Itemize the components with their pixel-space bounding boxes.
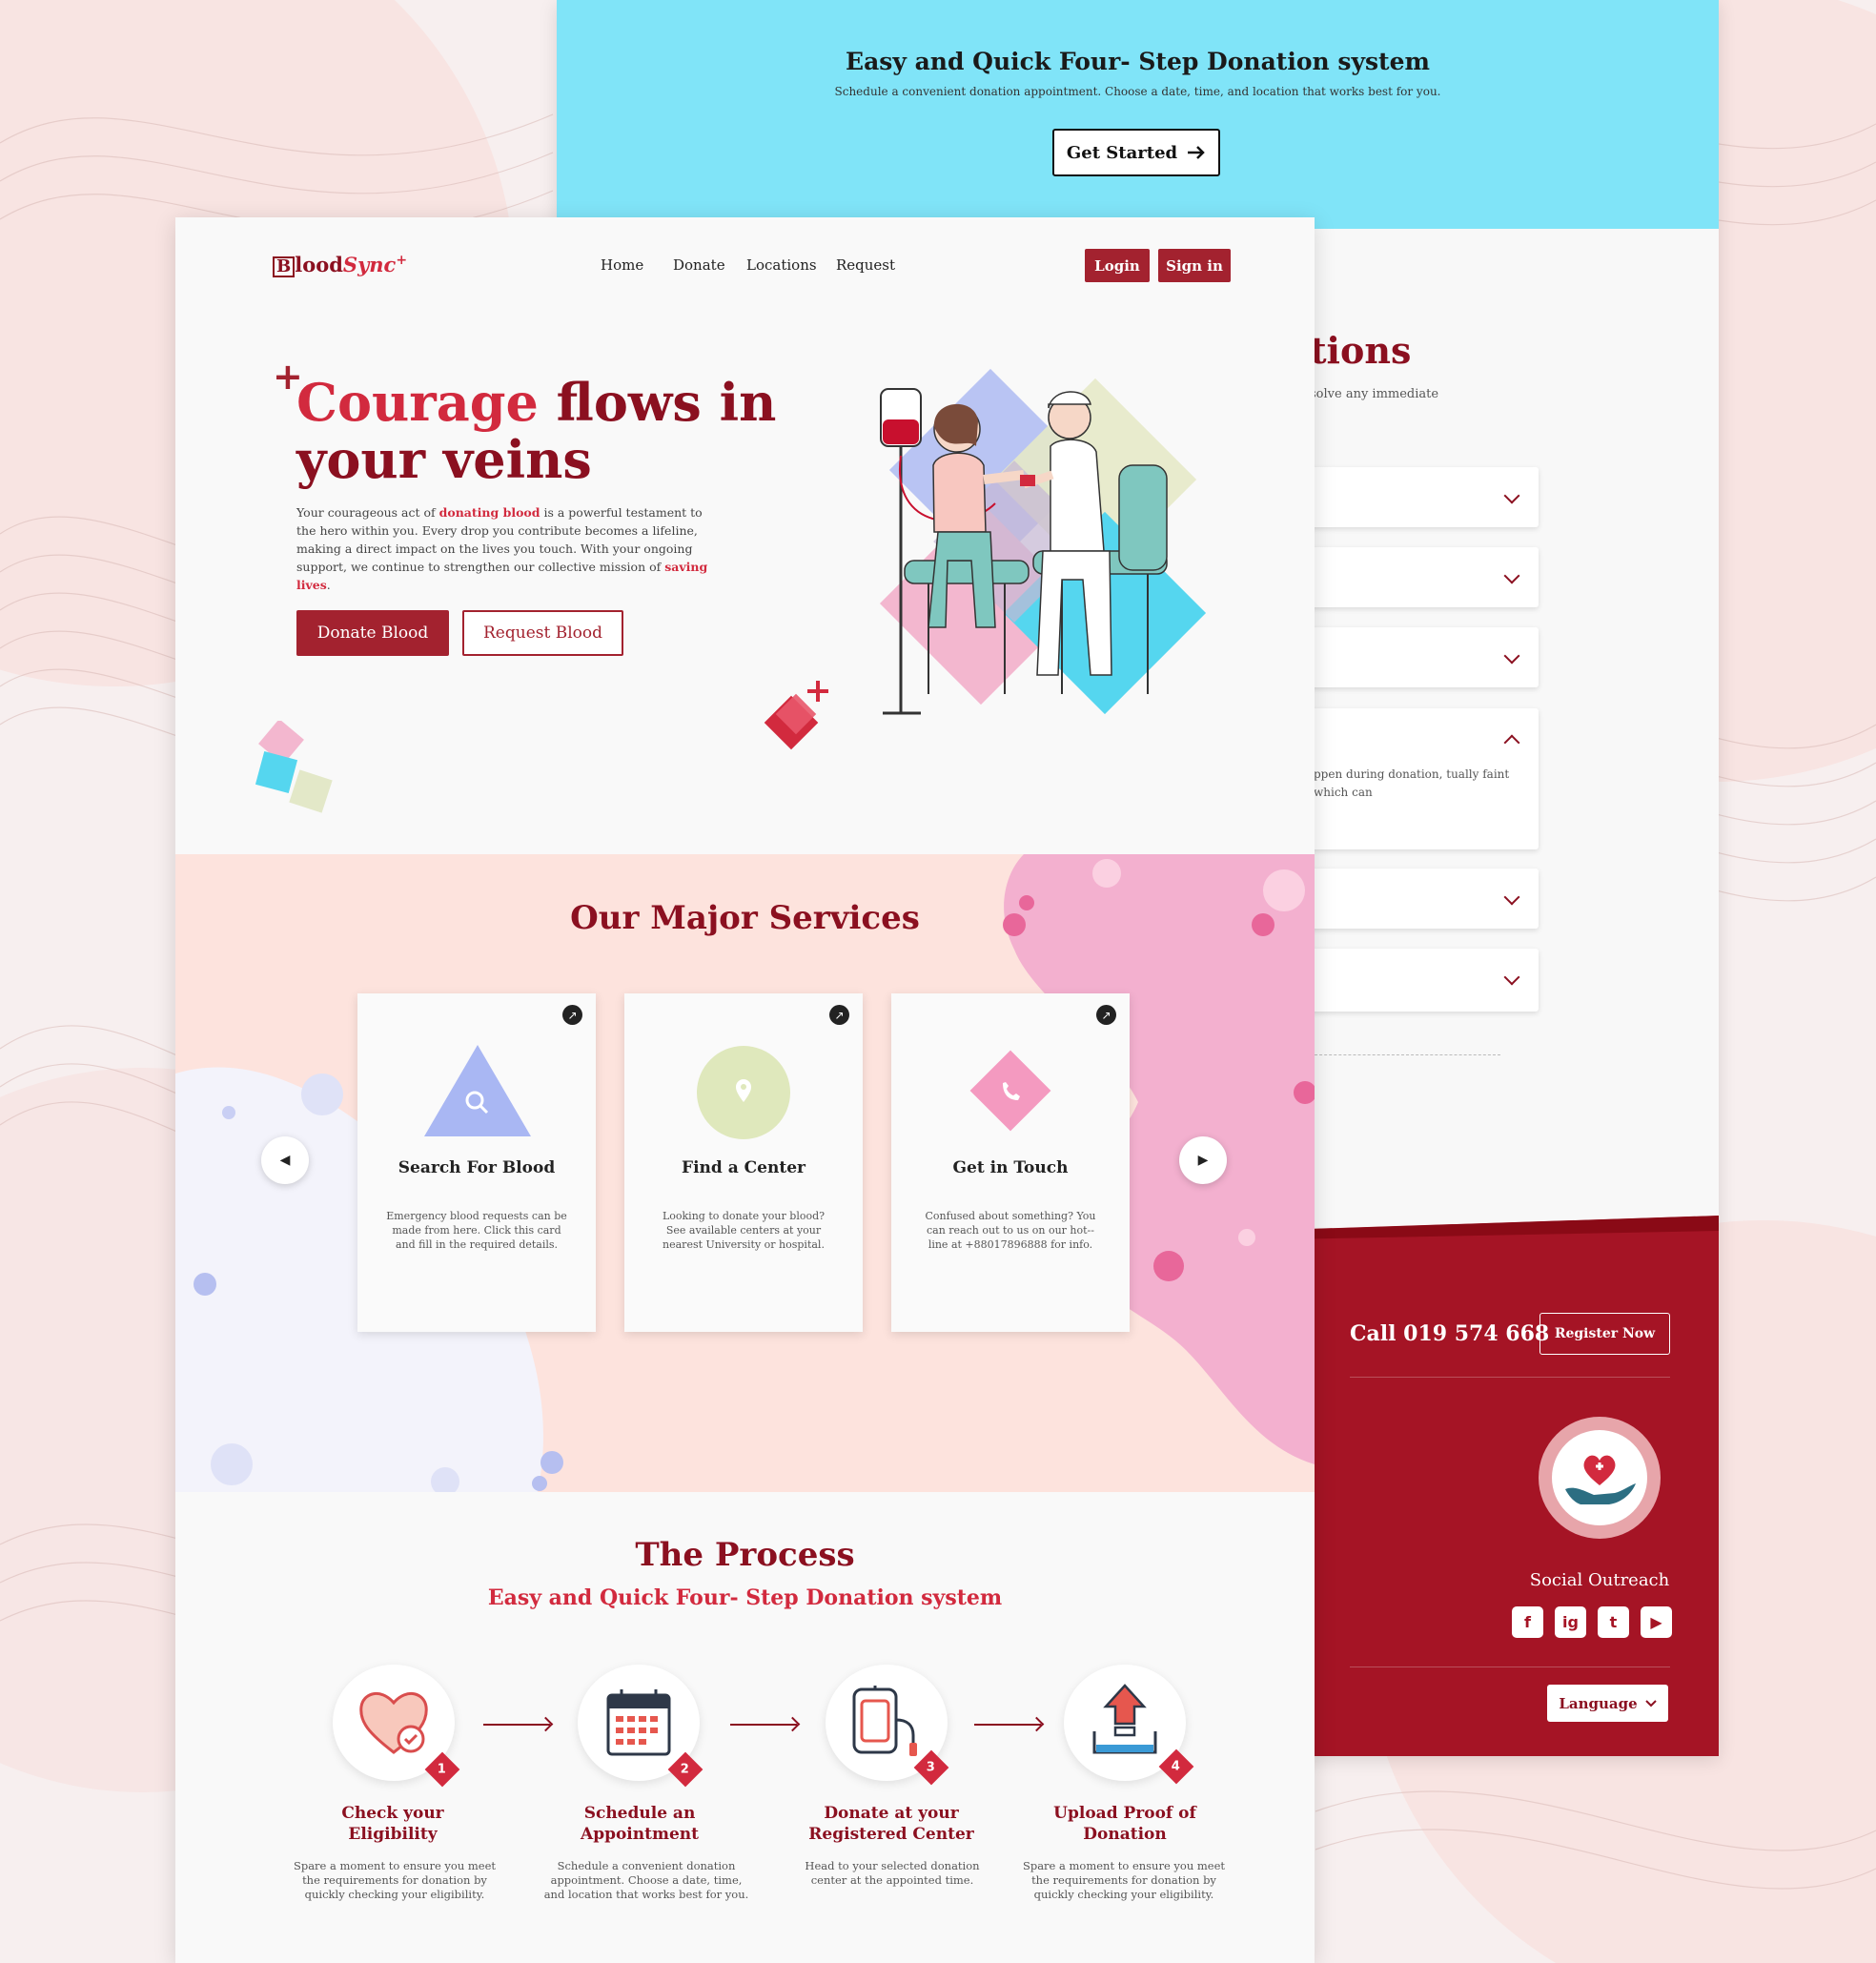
language-dropdown[interactable]: Language [1547,1685,1668,1722]
location-pin-icon [697,1046,790,1139]
heart-check-icon [359,1692,428,1754]
faq-item[interactable] [1300,547,1539,607]
get-started-button[interactable]: Get Started [1052,129,1220,176]
logo-text-accent: Sync [342,253,397,276]
card-title: Get in Touch [952,1158,1069,1177]
donate-blood-button[interactable]: Donate Blood [296,610,449,656]
blood-bag-icon [852,1686,917,1756]
logo-mark: B [273,256,296,277]
faq-subtitle: solve any immediate [1310,387,1439,401]
chevron-down-icon [1503,889,1520,906]
social-outreach-logo [1539,1417,1661,1539]
footer-divider [1350,1377,1670,1378]
banner-title: Easy and Quick Four- Step Donation syste… [846,48,1430,75]
phone-icon [969,1050,1051,1132]
open-arrow-icon[interactable]: ↗ [562,1005,582,1025]
carousel-prev-button[interactable]: ◀ [261,1136,309,1184]
facebook-icon[interactable]: f [1512,1606,1543,1638]
heart-hand-icon [1565,1455,1636,1504]
open-arrow-icon[interactable]: ↗ [829,1005,849,1025]
chevron-down-icon [1503,969,1520,986]
step-title: Upload Proof of Donation [1053,1804,1196,1844]
language-label: Language [1559,1694,1638,1712]
youtube-icon[interactable]: ▶ [1641,1606,1672,1638]
card-description: Looking to donate your blood? See availa… [662,1210,826,1251]
chevron-down-icon [1503,487,1520,504]
get-started-label: Get Started [1066,142,1178,163]
step-number: 3 [927,1760,936,1775]
nav-donate[interactable]: Donate [673,256,725,274]
nav-home[interactable]: Home [601,256,643,274]
nav-request[interactable]: Request [836,256,895,274]
carousel-next-button[interactable]: ▶ [1179,1136,1227,1184]
faq-answer: ppen during donation, tually faint which… [1314,767,1510,799]
hero-text: . [326,578,331,592]
chevron-down-icon [1644,1699,1657,1707]
arrow-right-icon [730,1724,797,1726]
faq-item[interactable] [1300,467,1539,527]
logo-text: lood [295,253,343,276]
process-subtitle: Easy and Quick Four- Step Donation syste… [487,1585,1003,1610]
arrow-right-icon [1188,146,1205,159]
faq-item[interactable] [1300,627,1539,687]
heart-gem-decoration [764,681,828,750]
step-number: 2 [681,1762,690,1777]
card-description: Confused about something? You can reach … [925,1210,1096,1251]
card-description: Emergency blood requests can be made fro… [386,1210,567,1251]
step-description: Schedule a convenient donation appointme… [543,1859,749,1901]
service-card-contact[interactable]: ↗ Get in Touch Confused about something?… [891,993,1130,1332]
chevron-down-icon [1503,567,1520,584]
step-description: Head to your selected donation center at… [805,1859,980,1887]
card-title: Search For Blood [398,1158,556,1177]
blood-donation-illustration [879,368,1207,715]
card-title: Find a Center [682,1158,805,1177]
process-title: The Process [635,1536,855,1574]
step-description: Spare a moment to ensure you meet the re… [293,1859,497,1901]
arrow-right-icon [483,1724,550,1726]
hero-description: Your courageous act of donating blood is… [296,503,721,594]
hero-title: Courage flows in your veins [296,374,792,488]
decorative-shapes [255,721,333,813]
hero-highlight: donating blood [438,505,540,520]
step-title: Donate at your Registered Center [808,1804,974,1844]
call-number: Call 019 574 668 [1350,1321,1550,1346]
divider [1310,1054,1500,1055]
upload-icon [1092,1684,1157,1754]
calendar-icon [606,1689,671,1756]
step-title: Schedule an Appointment [581,1804,699,1844]
step-title: Check your Eligibility [341,1804,444,1844]
search-icon [424,1045,531,1136]
signin-button[interactable]: Sign in [1158,249,1231,282]
faq-item[interactable] [1300,949,1539,1012]
request-blood-button[interactable]: Request Blood [462,610,623,656]
chevron-down-icon [1503,647,1520,665]
step-description: Spare a moment to ensure you meet the re… [1022,1859,1226,1901]
twitter-icon[interactable]: t [1598,1606,1629,1638]
step-number: 4 [1172,1759,1181,1774]
banner-subtitle: Schedule a convenient donation appointme… [834,85,1441,98]
open-arrow-icon[interactable]: ↗ [1096,1005,1116,1025]
social-outreach-title: Social Outreach [1529,1570,1670,1590]
faq-item-open[interactable]: ppen during donation, tually faint which… [1300,708,1539,849]
instagram-icon[interactable]: ig [1555,1606,1586,1638]
faq-title: tions [1310,329,1412,372]
services-section: Our Major Services ↗ Search For Blood Em… [175,854,1315,1492]
step-number: 1 [438,1762,447,1777]
chevron-up-icon [1503,734,1520,751]
logo-plus: + [396,253,408,268]
services-title: Our Major Services [570,899,920,937]
hero-text: Your courageous act of [296,505,439,520]
register-now-button[interactable]: Register Now [1540,1313,1670,1355]
service-card-center[interactable]: ↗ Find a Center Looking to donate your b… [624,993,863,1332]
faq-item[interactable] [1300,869,1539,929]
process-banner: Easy and Quick Four- Step Donation syste… [557,0,1719,229]
service-card-search[interactable]: ↗ Search For Blood Emergency blood reque… [357,993,596,1332]
hero-title-accent: Courage [296,372,539,433]
brand-logo[interactable]: BloodSync+ [273,253,407,277]
login-button[interactable]: Login [1085,249,1150,282]
arrow-right-icon [974,1724,1041,1726]
nav-locations[interactable]: Locations [746,256,817,274]
